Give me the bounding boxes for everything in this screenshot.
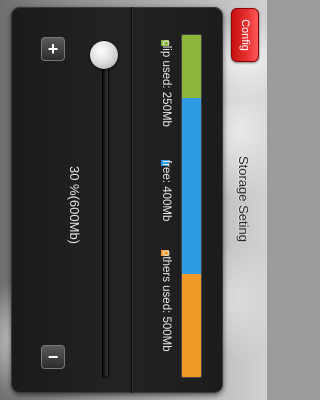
storage-usage-bar (181, 34, 202, 378)
plus-icon: + (47, 39, 59, 59)
storage-panel: + − 30 %(600Mb) clip used: 250Mb free: 4… (11, 7, 223, 393)
storage-slider-track[interactable] (103, 41, 108, 377)
legend-label-free: free: 400Mb (160, 160, 172, 222)
config-button-label: Config (239, 19, 251, 51)
minus-icon: − (47, 347, 59, 367)
storage-slider-knob[interactable] (90, 41, 118, 69)
panel-divider (131, 7, 133, 393)
config-button[interactable]: Config (231, 8, 259, 62)
decrease-button[interactable]: − (41, 345, 65, 369)
storage-segment-clip (182, 35, 201, 98)
page-title: Storage Seting (236, 155, 251, 242)
storage-segment-free (182, 98, 201, 274)
increase-button[interactable]: + (41, 37, 65, 61)
legend-label-others: others used: 500Mb (160, 250, 172, 352)
allocation-value-label: 30 %(600Mb) (67, 165, 82, 245)
storage-segment-others (182, 274, 201, 377)
legend-label-clip: clip used: 250Mb (160, 40, 172, 127)
